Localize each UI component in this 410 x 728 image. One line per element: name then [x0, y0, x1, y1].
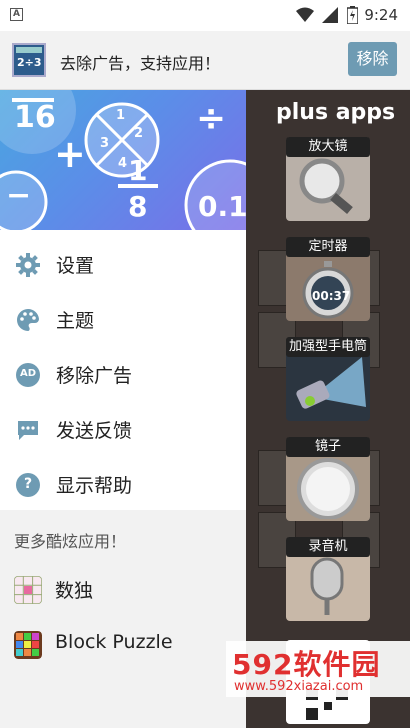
site-watermark: 592软件园 www.592xiazai.com [226, 641, 410, 697]
header-one-text: 1 [128, 154, 148, 187]
header-decimal-text: 0.1 [198, 190, 246, 223]
help-icon: ? [16, 473, 40, 497]
chat-icon [18, 421, 38, 440]
ad-banner[interactable]: 2÷3 去除广告，支持应用！ 移除 [0, 31, 410, 90]
app-label: 录音机 [286, 537, 370, 557]
thumb-screen [16, 47, 42, 53]
menu-item-theme[interactable]: 主题 [0, 293, 246, 348]
battery-icon [347, 6, 358, 24]
magnifier-icon [299, 158, 353, 215]
app-label: 加强型手电筒 [286, 337, 370, 357]
clock: 9:24 [364, 6, 398, 24]
header-fraction-text: 16 [14, 100, 56, 135]
app-label: 镜子 [286, 437, 370, 457]
menu-item-help[interactable]: ? 显示帮助 [0, 458, 246, 513]
sudoku-icon [14, 576, 42, 604]
ad-app-thumbnail: 2÷3 [12, 43, 46, 77]
circle-digit: 1 [116, 108, 126, 123]
circle-digit: 3 [100, 136, 110, 151]
menu-label: 发送反馈 [56, 420, 133, 442]
app-row-sudoku[interactable]: 数独 [0, 562, 246, 617]
header-minus-text: − [6, 178, 32, 213]
gear-icon [16, 253, 40, 277]
mirror-icon [297, 458, 359, 519]
ad-text: 去除广告，支持应用！ [60, 54, 221, 73]
navigation-drawer: 16 + 1 8 0.1 − ÷ 1 2 3 4 设置 主题 AD 移除广告 发… [0, 90, 246, 728]
app-row-label: 数独 [55, 580, 94, 602]
more-apps-section: 更多酷炫应用！ 数独 Block Puzzle [0, 510, 246, 728]
drawer-header: 16 + 1 8 0.1 − ÷ 1 2 3 4 [0, 90, 246, 230]
app-row-label: Block Puzzle [55, 631, 173, 653]
block-puzzle-icon [14, 631, 42, 659]
app-row-block-puzzle[interactable]: Block Puzzle [0, 617, 246, 672]
remove-ads-button[interactable]: 移除 [348, 42, 397, 76]
menu-label: 主题 [56, 310, 95, 332]
stopwatch-icon [302, 261, 354, 319]
signal-icon [322, 7, 338, 23]
notification-a-icon: A [10, 8, 23, 21]
stopwatch-display: 00:37 [312, 289, 351, 303]
flashlight-icon [296, 357, 366, 409]
thumb-glyph: 2÷3 [17, 56, 42, 69]
header-divide-text: ÷ [196, 98, 227, 139]
ad-icon: AD [16, 363, 40, 387]
microphone-icon [310, 557, 344, 615]
menu-label: 显示帮助 [56, 475, 133, 497]
header-eight-text: 8 [128, 190, 148, 223]
circle-digit: 4 [118, 156, 128, 171]
watermark-url: www.592xiazai.com [234, 679, 364, 694]
palette-icon [17, 308, 39, 331]
circle-digit: 2 [134, 126, 144, 141]
header-plus-text: + [54, 132, 86, 176]
more-apps-title: 更多酷炫应用！ [14, 532, 127, 551]
menu-item-remove-ads[interactable]: AD 移除广告 [0, 348, 246, 403]
menu-item-settings[interactable]: 设置 [0, 238, 246, 293]
menu-item-feedback[interactable]: 发送反馈 [0, 403, 246, 458]
app-label: 放大镜 [286, 137, 370, 157]
watermark-title: 592软件园 [232, 648, 381, 681]
app-label: 定时器 [286, 237, 370, 257]
status-bar: A 9:24 [0, 0, 410, 31]
menu-label: 设置 [56, 255, 95, 277]
wifi-icon [296, 7, 314, 22]
menu-label: 移除广告 [56, 365, 133, 387]
plus-apps-title: plus apps [276, 100, 396, 125]
